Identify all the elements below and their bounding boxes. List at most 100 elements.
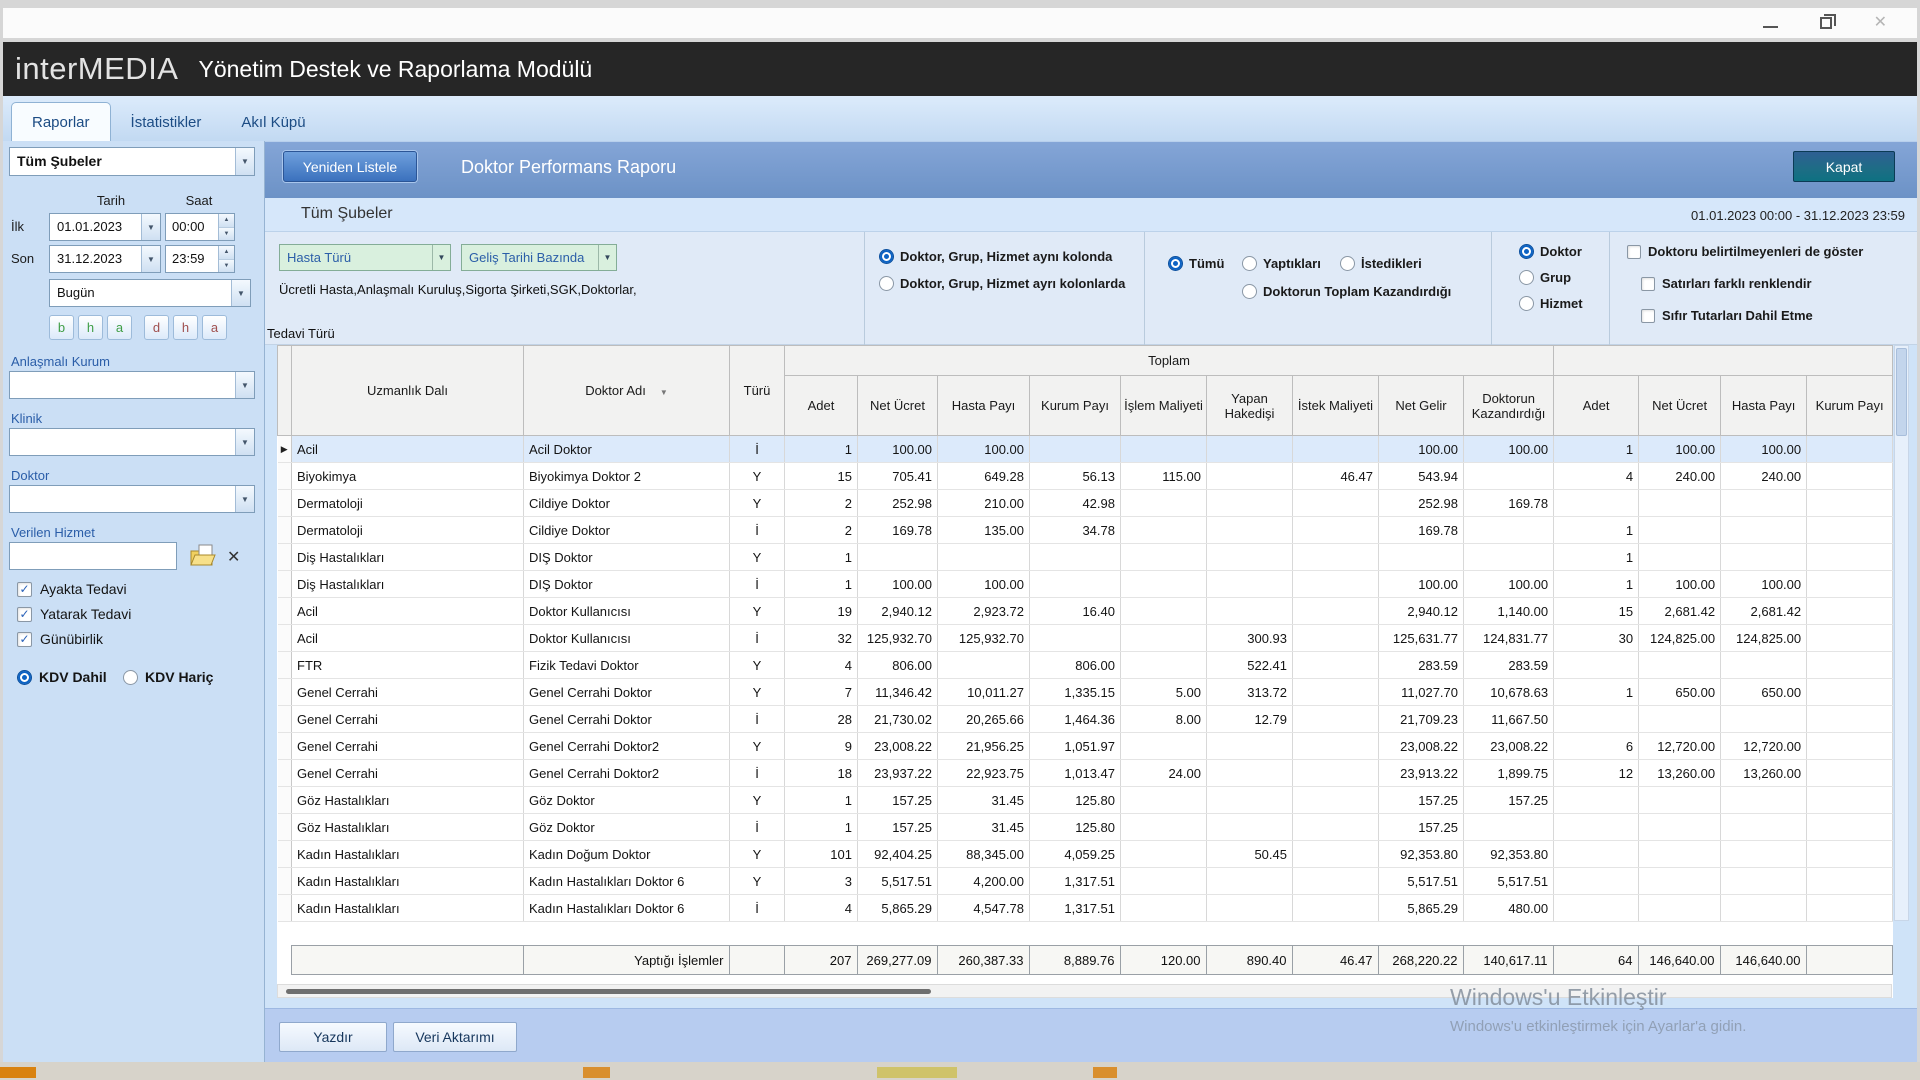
- tab-akil-kupu[interactable]: Akıl Küpü: [221, 103, 325, 141]
- column-header[interactable]: Net Ücret: [858, 376, 938, 436]
- table-row[interactable]: Kadın HastalıklarıKadın Doğum DoktorY101…: [278, 841, 1893, 868]
- column-header[interactable]: Kurum Payı: [1030, 376, 1121, 436]
- checkbox-icon[interactable]: ✓: [17, 582, 32, 597]
- table-row[interactable]: Diş HastalıklarıDIŞ Doktorİ1100.00100.00…: [278, 571, 1893, 598]
- column-header[interactable]: Hasta Payı: [1721, 376, 1807, 436]
- checkbox-sifir-tutarlar[interactable]: Sıfır Tutarları Dahil Etme: [1641, 308, 1813, 323]
- radio-icon[interactable]: [17, 670, 32, 685]
- column-header-turu[interactable]: Türü: [730, 346, 785, 436]
- anlasmali-kurum-select[interactable]: ▼: [9, 371, 255, 399]
- table-row[interactable]: Kadın HastalıklarıKadın Hastalıkları Dok…: [278, 868, 1893, 895]
- checkbox-icon[interactable]: [1627, 245, 1641, 259]
- time-spinner[interactable]: ▲▼: [218, 214, 234, 240]
- checkbox-doktoru-belirtilmeyenler[interactable]: Doktoru belirtilmeyenleri de göster: [1627, 244, 1863, 259]
- table-row[interactable]: Genel CerrahiGenel Cerrahi Doktorİ2821,7…: [278, 706, 1893, 733]
- table-row[interactable]: AcilDoktor Kullanıcısıİ32125,932.70125,9…: [278, 625, 1893, 652]
- vscroll-thumb[interactable]: [1896, 348, 1907, 436]
- last-date-input[interactable]: 31.12.2023 ▼: [49, 245, 161, 273]
- table-row[interactable]: Kadın HastalıklarıKadın Hastalıkları Dok…: [278, 895, 1893, 922]
- relist-button[interactable]: Yeniden Listele: [283, 151, 417, 182]
- branch-select[interactable]: Tüm Şubeler ▼: [9, 147, 255, 176]
- hscroll-thumb[interactable]: [286, 989, 931, 994]
- radio-istedikleri[interactable]: İstedikleri: [1340, 256, 1422, 271]
- radio-icon[interactable]: [1242, 256, 1257, 271]
- chevron-down-icon[interactable]: ▼: [141, 246, 160, 272]
- radio-icon[interactable]: [879, 249, 894, 264]
- column-header-uzmanlik-dali[interactable]: Uzmanlık Dalı: [292, 346, 524, 436]
- table-row[interactable]: DermatolojiCildiye DoktorY2252.98210.004…: [278, 490, 1893, 517]
- radio-icon[interactable]: [1168, 256, 1183, 271]
- first-date-input[interactable]: 01.01.2023 ▼: [49, 213, 161, 241]
- chevron-down-icon[interactable]: ▼: [598, 245, 616, 270]
- radio-hizmet[interactable]: Hizmet: [1519, 296, 1583, 311]
- column-header[interactable]: Net Gelir: [1379, 376, 1464, 436]
- quick-range-button-d-3[interactable]: d: [144, 315, 169, 340]
- table-row[interactable]: ▶AcilAcil Doktorİ1100.00100.00100.00100.…: [278, 436, 1893, 463]
- folder-browse-icon[interactable]: [189, 543, 217, 568]
- restore-icon[interactable]: [1820, 17, 1832, 29]
- checkbox-ayakta-tedavi[interactable]: ✓ Ayakta Tedavi: [17, 581, 127, 597]
- table-row[interactable]: AcilDoktor KullanıcısıY192,940.122,923.7…: [278, 598, 1893, 625]
- column-header[interactable]: Doktorun Kazandırdığı: [1464, 376, 1554, 436]
- spin-up-icon[interactable]: ▲: [219, 214, 234, 228]
- chevron-down-icon[interactable]: ▼: [235, 372, 254, 398]
- quick-range-button-h-4[interactable]: h: [173, 315, 198, 340]
- checkbox-icon[interactable]: [1641, 277, 1655, 291]
- radio-tumu[interactable]: Tümü: [1168, 256, 1224, 271]
- klinik-select[interactable]: ▼: [9, 428, 255, 456]
- time-spinner[interactable]: ▲▼: [218, 246, 234, 272]
- verilen-hizmet-input[interactable]: [9, 542, 177, 570]
- chevron-down-icon[interactable]: ▼: [432, 245, 450, 270]
- column-header[interactable]: Net Ücret: [1639, 376, 1721, 436]
- doktor-select[interactable]: ▼: [9, 485, 255, 513]
- table-row[interactable]: DermatolojiCildiye Doktorİ2169.78135.003…: [278, 517, 1893, 544]
- radio-icon[interactable]: [1519, 244, 1534, 259]
- horizontal-scrollbar[interactable]: [277, 984, 1892, 998]
- radio-icon[interactable]: [1242, 284, 1257, 299]
- quick-range-button-h-1[interactable]: h: [78, 315, 103, 340]
- vertical-scrollbar[interactable]: [1894, 345, 1909, 921]
- table-row[interactable]: Genel CerrahiGenel Cerrahi DoktorY711,34…: [278, 679, 1893, 706]
- table-row[interactable]: Göz HastalıklarıGöz Doktorİ1157.2531.451…: [278, 814, 1893, 841]
- radio-icon[interactable]: [1519, 296, 1534, 311]
- spin-down-icon[interactable]: ▼: [219, 260, 234, 273]
- column-header[interactable]: İstek Maliyeti: [1293, 376, 1379, 436]
- tab-raporlar[interactable]: Raporlar: [11, 102, 111, 141]
- checkbox-yatarak-tedavi[interactable]: ✓ Yatarak Tedavi: [17, 606, 131, 622]
- minimize-icon[interactable]: [1763, 26, 1778, 28]
- table-row[interactable]: Genel CerrahiGenel Cerrahi Doktor2Y923,0…: [278, 733, 1893, 760]
- table-row[interactable]: FTRFizik Tedavi DoktorY4806.00806.00522.…: [278, 652, 1893, 679]
- spin-up-icon[interactable]: ▲: [219, 246, 234, 260]
- column-header[interactable]: Adet: [1554, 376, 1639, 436]
- checkbox-gunubirlik[interactable]: ✓ Günübirlik: [17, 631, 103, 647]
- column-header[interactable]: Yapan Hakedişi: [1207, 376, 1293, 436]
- column-header[interactable]: İşlem Maliyeti: [1121, 376, 1207, 436]
- checkbox-icon[interactable]: [1641, 309, 1655, 323]
- table-row[interactable]: Genel CerrahiGenel Cerrahi Doktor2İ1823,…: [278, 760, 1893, 787]
- last-time-input[interactable]: 23:59 ▲▼: [165, 245, 235, 273]
- table-row[interactable]: Diş HastalıklarıDIŞ DoktorY11: [278, 544, 1893, 571]
- checkbox-satirlari-renklendir[interactable]: Satırları farklı renklendir: [1641, 276, 1812, 291]
- tab-istatistikler[interactable]: İstatistikler: [111, 103, 222, 141]
- table-row[interactable]: BiyokimyaBiyokimya Doktor 2Y15705.41649.…: [278, 463, 1893, 490]
- chevron-down-icon[interactable]: ▼: [235, 486, 254, 512]
- quick-range-button-b-0[interactable]: b: [49, 315, 74, 340]
- quick-range-button-a-5[interactable]: a: [202, 315, 227, 340]
- radio-separate-columns[interactable]: Doktor, Grup, Hizmet ayrı kolonlarda: [879, 276, 1125, 291]
- quick-range-button-a-2[interactable]: a: [107, 315, 132, 340]
- close-icon[interactable]: ✕: [1874, 15, 1887, 31]
- sort-icon[interactable]: ▼: [660, 388, 668, 397]
- chevron-down-icon[interactable]: ▼: [235, 148, 254, 175]
- radio-doktor[interactable]: Doktor: [1519, 244, 1582, 259]
- clear-icon[interactable]: ✕: [227, 547, 240, 567]
- chevron-down-icon[interactable]: ▼: [235, 429, 254, 455]
- radio-icon[interactable]: [1340, 256, 1355, 271]
- chevron-down-icon[interactable]: ▼: [141, 214, 160, 240]
- radio-same-column[interactable]: Doktor, Grup, Hizmet aynı kolonda: [879, 249, 1112, 264]
- chevron-down-icon[interactable]: ▼: [231, 280, 250, 306]
- radio-icon[interactable]: [1519, 270, 1534, 285]
- radio-doktorun-toplam[interactable]: Doktorun Toplam Kazandırdığı: [1242, 284, 1451, 299]
- column-header[interactable]: Adet: [785, 376, 858, 436]
- first-time-input[interactable]: 00:00 ▲▼: [165, 213, 235, 241]
- table-row[interactable]: Göz HastalıklarıGöz DoktorY1157.2531.451…: [278, 787, 1893, 814]
